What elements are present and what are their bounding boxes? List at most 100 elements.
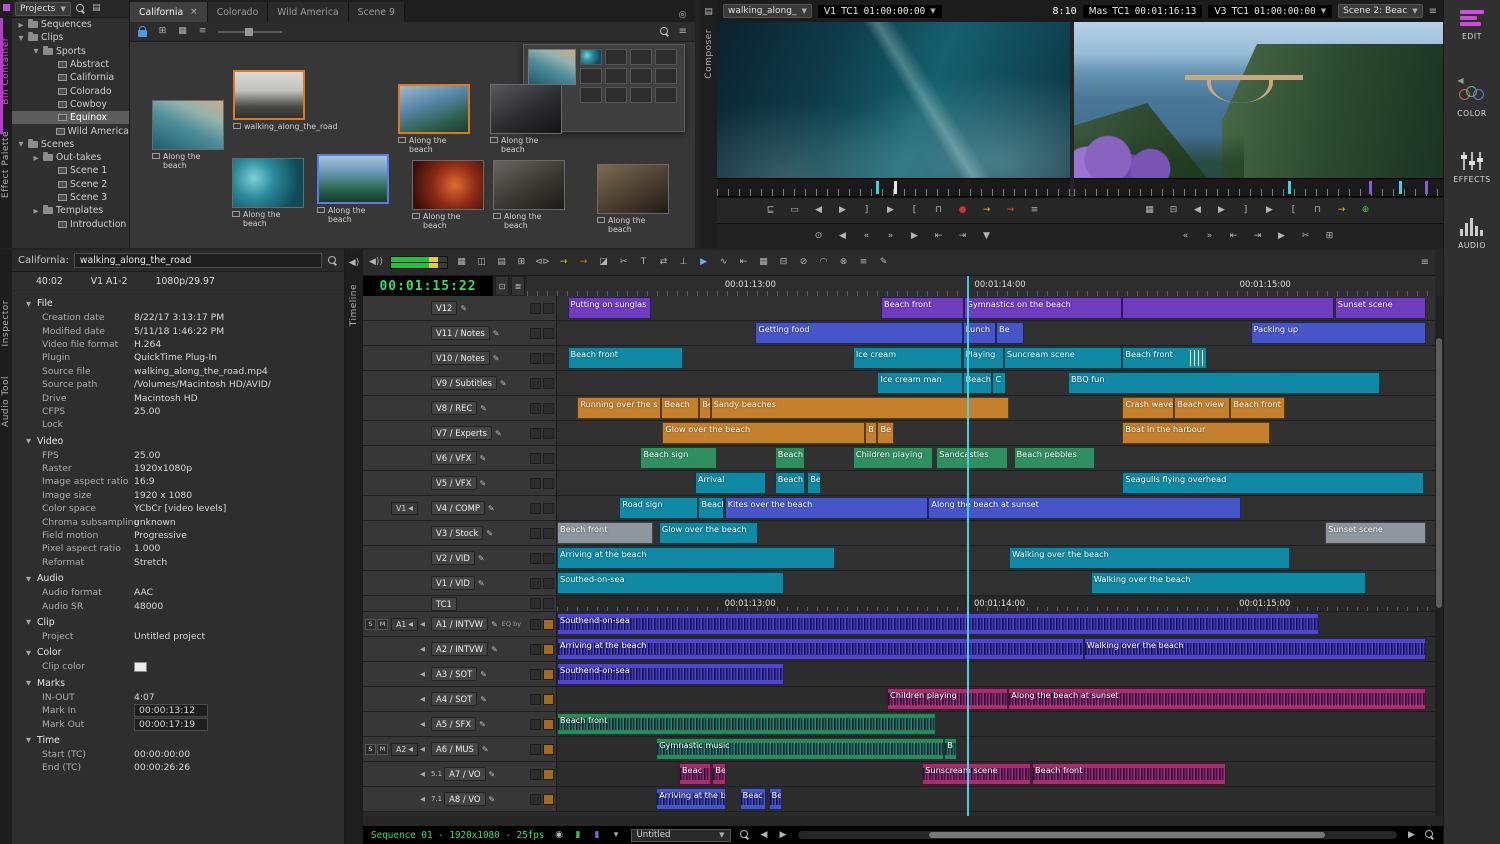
pencil-icon[interactable]: ✎ [478, 554, 485, 563]
pencil-icon[interactable]: ✎ [480, 454, 487, 463]
toggle-source-record-icon[interactable]: ◫ [475, 256, 488, 270]
source-clip-menu[interactable]: walking_along_▼ [723, 4, 812, 18]
track-lane-v1[interactable]: Southed-on-seaWalking over the beach [557, 571, 1435, 595]
sidebar-item-cowboy[interactable]: Cowboy [12, 98, 129, 111]
track-name-button[interactable]: TC1 [431, 597, 457, 611]
timeline-clip[interactable]: Southend-on-sea [557, 663, 784, 685]
timeline-clip[interactable]: Sandy beaches [711, 397, 1010, 419]
track-name-button[interactable]: A8 / VO [444, 792, 485, 806]
timeline-clip[interactable]: Beach [775, 447, 806, 469]
tab-colorado[interactable]: Colorado [208, 2, 269, 22]
pencil-icon[interactable]: ✎ [493, 354, 500, 363]
timeline-clip[interactable]: C [992, 372, 1005, 394]
timeline-clip[interactable]: Be [877, 422, 894, 444]
lock-cell[interactable] [543, 769, 554, 780]
sidebar-item-out-takes[interactable]: ▶Out-takes [12, 151, 129, 164]
timeline-clip[interactable]: Putting on sunglas [568, 297, 651, 319]
timeline-clip[interactable]: Beac [740, 788, 766, 810]
timeline-clip[interactable]: Getting food [755, 322, 962, 344]
rewind-icon[interactable]: « [860, 230, 873, 244]
sidebar-item-equinox[interactable]: Equinox [12, 111, 129, 124]
sidebar-item-clips[interactable]: ▼Clips [12, 31, 129, 44]
sidebar-item-templates[interactable]: ▶Templates [12, 204, 129, 217]
overwrite-icon[interactable]: → [577, 256, 590, 270]
track-monitor-icon[interactable]: ◀ [420, 670, 429, 678]
timeline-clip[interactable]: Southed-on-sea [557, 572, 784, 594]
track-lane-a5[interactable]: Beach front [557, 712, 1435, 736]
timeline-ruler[interactable]: 00:01:13:0000:01:14:0000:01:15:00 [527, 276, 1435, 296]
timeline-clip[interactable]: Seagulls flying overhead [1122, 472, 1424, 494]
inspector-tab[interactable]: Inspector [1, 300, 11, 346]
scrollbar-thumb[interactable] [929, 832, 1325, 838]
track-name-button[interactable]: V5 / VFX [431, 476, 477, 490]
thumbnail-size-slider[interactable] [218, 31, 282, 33]
bin-window-menu-icon[interactable]: ◎ [676, 8, 689, 22]
bin-clip-thumbnail[interactable]: Along the beach [493, 160, 565, 231]
timeline-clip[interactable]: Arriving at the beach [557, 638, 1084, 660]
play-icon[interactable]: ▶ [884, 204, 897, 218]
to-timeline-icon[interactable]: → [1335, 204, 1348, 218]
lock-cell[interactable] [543, 644, 554, 655]
step-forward-icon[interactable]: ▶ [1215, 204, 1228, 218]
timeline-clip[interactable]: Sunset scene [1325, 522, 1426, 544]
track-lane-a7[interactable]: BeacBeSunscream sceneBeach front [557, 762, 1435, 786]
playhead-marker[interactable] [967, 276, 969, 296]
lock-cell[interactable] [543, 553, 554, 564]
pen-icon[interactable]: ✎ [877, 256, 890, 270]
grid-icon[interactable]: ▦ [1143, 204, 1156, 218]
track-lane-v12[interactable]: Putting on sunglasBeach frontGymnastics … [557, 296, 1435, 320]
rewind-icon[interactable]: « [1179, 230, 1192, 244]
timeline-clip[interactable]: Arrival [695, 472, 766, 494]
splice-in-icon[interactable]: → [980, 204, 993, 218]
disclosure-arrow-icon[interactable]: ▼ [17, 34, 25, 42]
timeline-clip[interactable]: Beach [698, 497, 723, 519]
projects-selector[interactable]: Projects▼ [15, 2, 71, 16]
overlay-thumbnail[interactable] [528, 49, 576, 85]
timeline-clip[interactable]: Sandcastles [936, 447, 1008, 469]
sidebar-item-abstract[interactable]: Abstract [12, 58, 129, 71]
mini-thumbnail[interactable] [580, 49, 602, 65]
record-icon[interactable]: ● [956, 204, 969, 218]
disclosure-arrow-icon[interactable]: ▼ [32, 47, 40, 55]
track-name-button[interactable]: V10 / Notes [431, 351, 490, 365]
video-track-color-icon[interactable]: ▮ [572, 828, 585, 842]
mark-in-icon[interactable]: [ [1287, 204, 1300, 218]
view-frame-icon[interactable]: ▦ [176, 25, 189, 39]
timeline-clip[interactable]: Playing [963, 347, 1004, 369]
patch-button[interactable]: V1◀ [391, 502, 418, 515]
track-lane-a1[interactable]: Southend-on-sea [557, 612, 1435, 636]
smart-tool-grid-icon[interactable]: ▦ [757, 256, 770, 270]
composer-menu-icon[interactable]: ≡ [1429, 6, 1437, 17]
view-list-icon[interactable]: ≡ [196, 25, 209, 39]
sidebar-item-sports[interactable]: ▼Sports [12, 45, 129, 58]
timeline-clip[interactable]: Beach front [557, 522, 653, 544]
pencil-icon[interactable]: ✎ [480, 479, 487, 488]
timeline-clip[interactable]: Be [807, 472, 821, 494]
track-lane-a6[interactable]: Gymnastic musicB [557, 737, 1435, 761]
pencil-icon[interactable]: ✎ [482, 745, 489, 754]
bin-menu-icon[interactable]: ≡ [679, 26, 687, 37]
mini-thumbnail[interactable] [605, 68, 627, 84]
lock-cell[interactable] [543, 744, 554, 755]
workspace-audio[interactable]: AUDIO [1453, 218, 1490, 250]
add-edit-icon[interactable]: ⊞ [515, 256, 528, 270]
sync-lock-cell[interactable] [530, 669, 541, 680]
timeline-clip[interactable]: Glow over the beach [659, 522, 758, 544]
composer-fast-menu-icon[interactable]: ▤ [702, 5, 715, 19]
sidebar-item-scenes[interactable]: ▼Scenes [12, 138, 129, 151]
play-to-out-icon[interactable]: ▶ [1275, 230, 1288, 244]
trim-mode-icon[interactable]: ⊟ [1167, 204, 1180, 218]
section-header-clip[interactable]: ▼Clip [12, 613, 344, 630]
pencil-icon[interactable]: ✎ [479, 720, 486, 729]
timeline-clip[interactable]: Children playing [887, 688, 1008, 710]
bin-container-tab[interactable]: Bin Container [1, 37, 11, 105]
tab-scene-9[interactable]: Scene 9 [349, 2, 405, 22]
track-name-button[interactable]: V12 [431, 301, 457, 315]
sync-lock-cell[interactable] [530, 553, 541, 564]
track-lane-a4[interactable]: Children playingAlong the beach at sunse… [557, 687, 1435, 711]
source-timecode-display[interactable]: V1 TC1 01:00:00:00 ▼ [818, 5, 942, 18]
pencil-icon[interactable]: ✎ [488, 504, 495, 513]
lock-icon[interactable] [138, 30, 147, 37]
clip-color-swatch[interactable] [134, 662, 147, 672]
track-name-button[interactable]: A6 / MUS [431, 742, 479, 756]
